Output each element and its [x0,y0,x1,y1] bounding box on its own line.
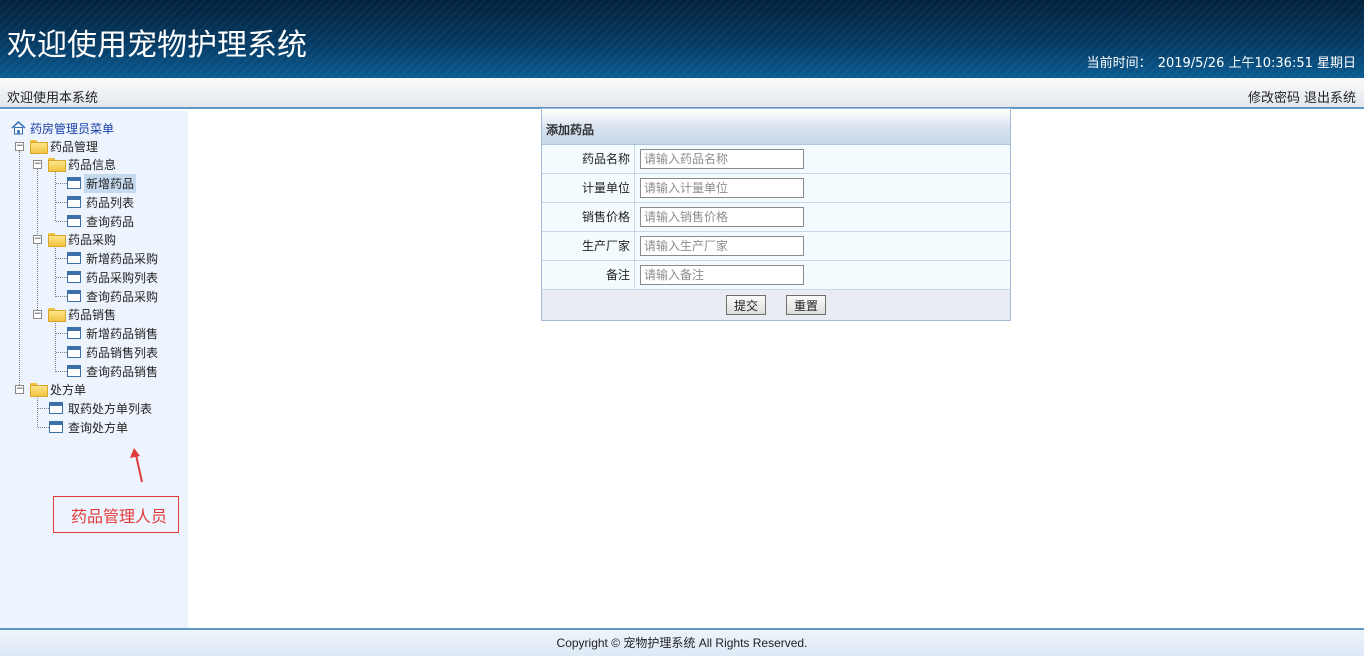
reset-button[interactable]: 重置 [786,295,826,315]
collapse-toggle[interactable]: − [33,310,42,319]
page-icon [67,177,81,189]
menu-group-label: 药品管理 [50,139,99,154]
sidebar-item-add-drug[interactable]: 新增药品 [67,173,137,193]
app-header: 欢迎使用宠物护理系统 当前时间： 2019/5/26 上午10:36:51 星期日 [0,0,1364,78]
sidebar-item-query-sale[interactable]: 查询药品销售 [67,362,160,380]
time-label: 当前时间： [1086,56,1152,71]
menu-tree: 药房管理员菜单 − 药品管理 − 药品信息 新增药品 药品列表 查询药品 − 药… [0,111,188,441]
folder-open-icon [30,383,48,397]
welcome-text: 欢迎使用本系统 [7,91,99,106]
sidebar-item-drug-list[interactable]: 药品列表 [67,193,136,211]
sidebar-item-label: 新增药品采购 [86,251,159,266]
sidebar-item-query-purchase[interactable]: 查询药品采购 [67,287,160,305]
annotation-arrow-icon [130,448,143,483]
sidebar-item-purchase-list[interactable]: 药品采购列表 [67,268,160,286]
page-icon [49,402,63,414]
app-title: 欢迎使用宠物护理系统 [7,28,307,63]
field-label: 生产厂家 [542,232,635,260]
collapse-toggle[interactable]: − [33,160,42,169]
sidebar-item-label: 新增药品销售 [86,326,159,341]
page-icon [67,271,81,283]
menu-root[interactable]: 药房管理员菜单 [11,119,116,137]
sidebar-item-sales-list[interactable]: 药品销售列表 [67,343,160,361]
sidebar-item-label: 查询药品 [86,214,135,229]
collapse-toggle[interactable]: − [15,385,24,394]
drug-name-input[interactable] [640,149,804,169]
form-row-unit: 计量单位 [542,174,1010,203]
copyright-text: Copyright © 宠物护理系统 All Rights Reserved. [556,636,808,650]
page-icon [67,327,81,339]
folder-open-icon [48,158,66,172]
field-label: 计量单位 [542,174,635,202]
page-icon [49,421,63,433]
form-row-manufacturer: 生产厂家 [542,232,1010,261]
sidebar-item-query-drug[interactable]: 查询药品 [67,212,136,230]
page-icon [67,365,81,377]
form-title: 添加药品 [542,109,1010,145]
field-label: 备注 [542,261,635,289]
price-input[interactable] [640,207,804,227]
current-time: 当前时间： 2019/5/26 上午10:36:51 星期日 [1087,52,1356,71]
folder-open-icon [30,140,48,154]
user-actions: 修改密码 退出系统 [1248,87,1356,106]
menu-group-label: 处方单 [50,382,87,397]
home-icon [11,121,26,135]
sidebar-item-prescription-list[interactable]: 取药处方单列表 [49,399,154,417]
logout-link[interactable]: 退出系统 [1304,91,1356,106]
menu-group-label: 药品信息 [68,157,117,172]
sidebar-item-label: 查询药品采购 [86,289,159,304]
page-icon [67,196,81,208]
welcome-bar: 欢迎使用本系统 修改密码 退出系统 [0,78,1364,109]
sidebar-item-label: 药品采购列表 [86,270,159,285]
submit-button[interactable]: 提交 [726,295,766,315]
menu-group-drug-purchase[interactable]: 药品采购 [48,230,118,248]
menu-group-drug-info[interactable]: 药品信息 [48,155,118,173]
remark-input[interactable] [640,265,804,285]
collapse-toggle[interactable]: − [15,142,24,151]
sidebar-item-add-sale[interactable]: 新增药品销售 [67,324,160,342]
form-row-drug-name: 药品名称 [542,145,1010,174]
page-icon [67,215,81,227]
time-value: 2019/5/26 上午10:36:51 星期日 [1157,56,1356,71]
sidebar-item-label: 查询处方单 [68,420,129,435]
manufacturer-input[interactable] [640,236,804,256]
role-annotation: 药品管理人员 [53,496,179,533]
folder-open-icon [48,308,66,322]
add-drug-form: 添加药品 药品名称 计量单位 销售价格 生产厂家 备注 提交 重置 [541,108,1011,321]
footer: Copyright © 宠物护理系统 All Rights Reserved. [0,628,1364,656]
unit-input[interactable] [640,178,804,198]
field-label: 销售价格 [542,203,635,231]
menu-group-prescription[interactable]: 处方单 [30,380,88,398]
menu-group-label: 药品采购 [68,232,117,247]
menu-group-drug-management[interactable]: 药品管理 [30,137,100,155]
collapse-toggle[interactable]: − [33,235,42,244]
page-icon [67,346,81,358]
folder-open-icon [48,233,66,247]
sidebar-item-query-prescription[interactable]: 查询处方单 [49,418,130,436]
sidebar-item-label: 药品列表 [86,195,135,210]
sidebar: 药房管理员菜单 − 药品管理 − 药品信息 新增药品 药品列表 查询药品 − 药… [0,111,188,628]
menu-group-label: 药品销售 [68,307,117,322]
form-row-price: 销售价格 [542,203,1010,232]
menu-group-drug-sales[interactable]: 药品销售 [48,305,118,323]
form-row-remark: 备注 [542,261,1010,290]
sidebar-item-label: 新增药品 [84,173,137,193]
page-icon [67,290,81,302]
page-icon [67,252,81,264]
sidebar-item-label: 药品销售列表 [86,345,159,360]
sidebar-item-label: 查询药品销售 [86,364,159,379]
menu-root-label: 药房管理员菜单 [30,121,115,136]
field-label: 药品名称 [542,145,635,173]
change-password-link[interactable]: 修改密码 [1248,91,1300,106]
sidebar-item-label: 取药处方单列表 [68,401,153,416]
form-actions: 提交 重置 [542,290,1010,320]
sidebar-item-add-purchase[interactable]: 新增药品采购 [67,249,160,267]
